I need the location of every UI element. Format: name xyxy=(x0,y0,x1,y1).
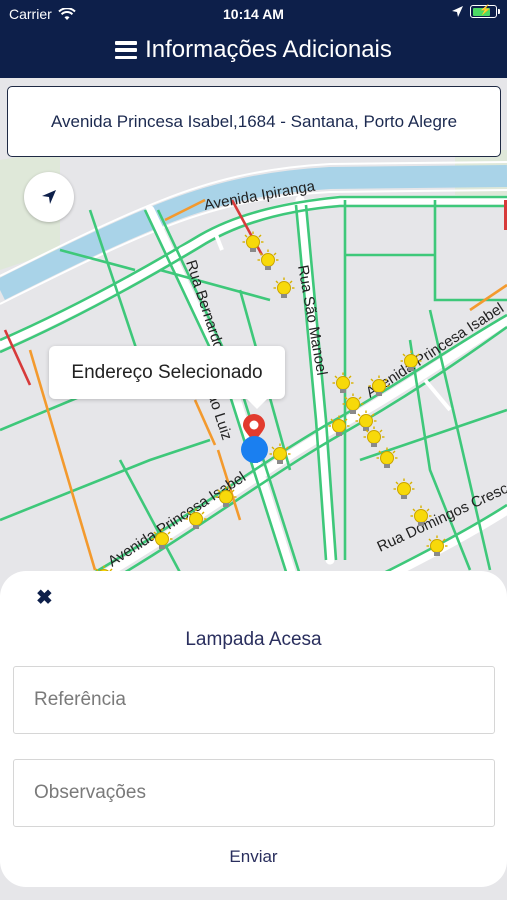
status-bar: Carrier 10:14 AM ⚡ xyxy=(0,0,507,26)
battery-icon: ⚡ xyxy=(470,5,500,18)
lamp-marker-icon[interactable] xyxy=(273,277,295,301)
lamp-marker-icon[interactable] xyxy=(410,505,432,529)
bottom-sheet: ✖ Lampada Acesa Enviar xyxy=(0,571,507,887)
status-time: 10:14 AM xyxy=(223,6,284,22)
send-button[interactable]: Enviar xyxy=(0,847,507,867)
lamp-marker-icon[interactable] xyxy=(426,535,448,559)
sheet-title: Lampada Acesa xyxy=(185,629,322,650)
lamp-marker-icon[interactable] xyxy=(376,447,398,471)
lamp-marker-icon[interactable] xyxy=(257,249,279,273)
callout-label: Endereço Selecionado xyxy=(71,361,263,383)
lamp-marker-icon[interactable] xyxy=(400,350,422,374)
lamp-marker-icon[interactable] xyxy=(215,486,237,510)
page-title: Informações Adicionais xyxy=(145,36,392,63)
app-header: Carrier 10:14 AM ⚡ Informações Adicionai… xyxy=(0,0,507,78)
reference-input[interactable] xyxy=(13,666,495,734)
lamp-marker-icon[interactable] xyxy=(393,478,415,502)
hamburger-icon[interactable] xyxy=(115,41,138,59)
lamp-marker-icon[interactable] xyxy=(185,508,207,532)
navigation-arrow-icon xyxy=(42,190,56,204)
locate-button[interactable] xyxy=(24,172,74,222)
address-bar[interactable]: Avenida Princesa Isabel,1684 - Santana, … xyxy=(7,86,501,157)
lamp-marker-icon[interactable] xyxy=(269,443,291,467)
lamp-marker-icon[interactable] xyxy=(328,415,350,439)
notes-input[interactable] xyxy=(13,759,495,827)
address-text: Avenida Princesa Isabel,1684 - Santana, … xyxy=(50,111,458,131)
lamp-marker-icon[interactable] xyxy=(151,528,173,552)
location-arrow-icon xyxy=(452,6,463,17)
lamp-marker-icon[interactable] xyxy=(368,375,390,399)
close-icon[interactable]: ✖ xyxy=(36,585,53,610)
selected-address-callout: Endereço Selecionado xyxy=(49,346,285,409)
current-location-dot xyxy=(241,436,268,463)
